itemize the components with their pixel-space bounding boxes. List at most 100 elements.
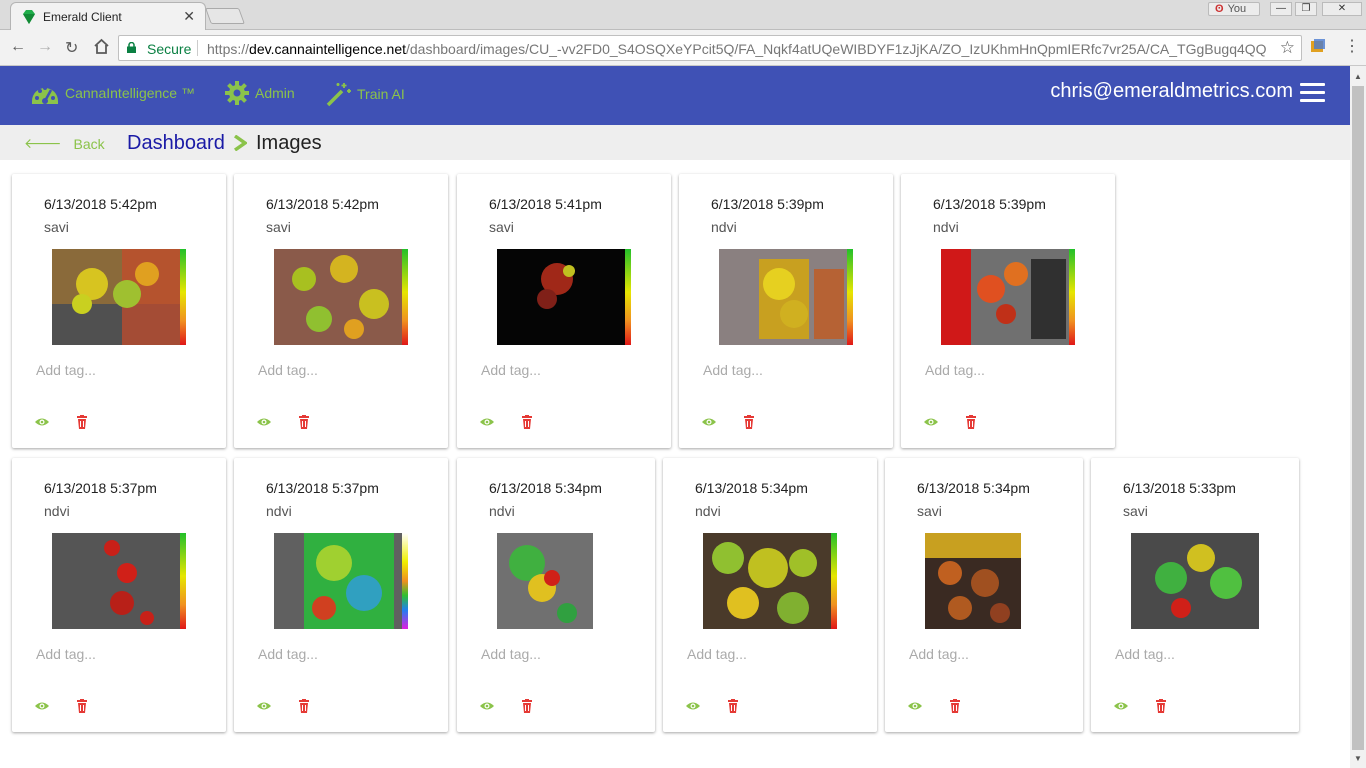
add-tag-input[interactable] [909,646,1079,662]
card-thumbnail[interactable] [703,533,837,629]
delete-trash-icon[interactable] [74,414,90,430]
extension-icon[interactable] [1310,38,1326,54]
view-eye-icon[interactable] [479,698,495,714]
card-thumbnail[interactable] [274,249,408,345]
card-timestamp: 6/13/2018 5:41pm [489,196,602,212]
view-eye-icon[interactable] [907,698,923,714]
dashboard-gauge-icon [32,86,58,104]
delete-trash-icon[interactable] [725,698,741,714]
image-card: 6/13/2018 5:34pm ndvi [457,458,655,732]
emerald-favicon-icon [23,10,35,24]
delete-trash-icon[interactable] [1153,698,1169,714]
card-timestamp: 6/13/2018 5:42pm [44,196,157,212]
card-thumbnail[interactable] [52,249,186,345]
view-eye-icon[interactable] [685,698,701,714]
view-eye-icon[interactable] [34,414,50,430]
card-thumbnail[interactable] [497,249,631,345]
bookmark-star-icon[interactable]: ☆ [1280,38,1295,58]
card-index-type: ndvi [44,503,70,519]
view-eye-icon[interactable] [256,414,272,430]
breadcrumb-dashboard-link[interactable]: Dashboard [127,132,225,155]
browser-menu-icon[interactable]: ⋮ [1344,36,1360,56]
restore-button[interactable]: ❐ [1295,2,1317,16]
card-thumbnail[interactable] [925,533,1021,629]
back-arrow-icon: 🡐 [24,135,62,151]
train-ai-link[interactable]: Train AI [325,81,405,107]
brand-link[interactable]: CannaIntelligence ™ [31,81,195,105]
view-eye-icon[interactable] [34,698,50,714]
scrollbar-thumb[interactable] [1352,86,1364,750]
card-thumbnail[interactable] [274,533,408,629]
address-bar: ← → ↻ Secure https://dev.cannaintelligen… [0,30,1366,66]
view-eye-icon[interactable] [256,698,272,714]
back-arrow-icon[interactable]: ← [10,38,26,56]
delete-trash-icon[interactable] [519,414,535,430]
card-index-type: ndvi [489,503,515,519]
view-eye-icon[interactable] [923,414,939,430]
scroll-up-icon[interactable]: ▲ [1354,72,1362,81]
breadcrumb: 🡐 Back Dashboard Images [0,125,1350,160]
tab-close-icon[interactable]: ✕ [183,8,195,25]
profile-icon: ʘ [1215,3,1224,15]
minimize-button[interactable]: — [1270,2,1292,16]
add-tag-input[interactable] [481,646,651,662]
image-card: 6/13/2018 5:39pm ndvi [901,174,1115,448]
add-tag-input[interactable] [1115,646,1285,662]
add-tag-input[interactable] [925,362,1095,378]
add-tag-input[interactable] [481,362,651,378]
admin-link[interactable]: Admin [225,81,295,105]
scroll-down-icon[interactable]: ▼ [1354,754,1362,763]
url-text[interactable]: https://dev.cannaintelligence.net/dashbo… [207,41,1267,57]
view-eye-icon[interactable] [479,414,495,430]
home-icon[interactable] [93,38,110,55]
url-omnibox[interactable]: Secure https://dev.cannaintelligence.net… [118,35,1302,61]
card-thumbnail[interactable] [52,533,186,629]
card-timestamp: 6/13/2018 5:37pm [44,480,157,496]
profile-button[interactable]: ʘ You [1208,2,1260,16]
delete-trash-icon[interactable] [947,698,963,714]
card-thumbnail[interactable] [719,249,853,345]
card-thumbnail[interactable] [941,249,1075,345]
card-timestamp: 6/13/2018 5:37pm [266,480,379,496]
add-tag-input[interactable] [36,362,206,378]
card-timestamp: 6/13/2018 5:34pm [695,480,808,496]
add-tag-input[interactable] [258,646,428,662]
omnibox-divider [197,40,198,56]
page-scrollbar[interactable]: ▲ ▼ [1350,66,1366,768]
view-eye-icon[interactable] [1113,698,1129,714]
close-window-button[interactable]: ✕ [1322,2,1362,16]
reload-icon[interactable]: ↻ [65,38,78,58]
delete-trash-icon[interactable] [519,698,535,714]
delete-trash-icon[interactable] [741,414,757,430]
card-thumbnail[interactable] [1131,533,1259,629]
card-index-type: ndvi [695,503,721,519]
delete-trash-icon[interactable] [74,698,90,714]
add-tag-input[interactable] [703,362,873,378]
new-tab-button[interactable] [205,8,245,24]
add-tag-input[interactable] [687,646,857,662]
delete-trash-icon[interactable] [963,414,979,430]
hamburger-menu-icon[interactable] [1300,83,1325,103]
delete-trash-icon[interactable] [296,414,312,430]
browser-tab[interactable]: Emerald Client ✕ [10,2,206,30]
card-timestamp: 6/13/2018 5:34pm [489,480,602,496]
url-scheme: https:// [207,41,250,57]
card-index-type: ndvi [933,219,959,235]
forward-arrow-icon[interactable]: → [37,38,53,56]
image-card: 6/13/2018 5:34pm ndvi [663,458,877,732]
card-index-type: savi [266,219,291,235]
image-card: 6/13/2018 5:33pm savi [1091,458,1299,732]
back-button[interactable]: 🡐 Back [24,135,105,152]
add-tag-input[interactable] [258,362,428,378]
image-card: 6/13/2018 5:42pm savi [234,174,448,448]
image-card: 6/13/2018 5:34pm savi [885,458,1083,732]
browser-tab-strip: Emerald Client ✕ ʘ You — ❐ ✕ [0,0,1366,30]
app-header: CannaIntelligence ™ Admin Train AI chris… [0,66,1350,125]
image-card: 6/13/2018 5:42pm savi [12,174,226,448]
delete-trash-icon[interactable] [296,698,312,714]
view-eye-icon[interactable] [701,414,717,430]
gear-icon [225,81,249,105]
card-thumbnail[interactable] [497,533,593,629]
user-email[interactable]: chris@emeraldmetrics.com [1050,80,1293,103]
add-tag-input[interactable] [36,646,206,662]
